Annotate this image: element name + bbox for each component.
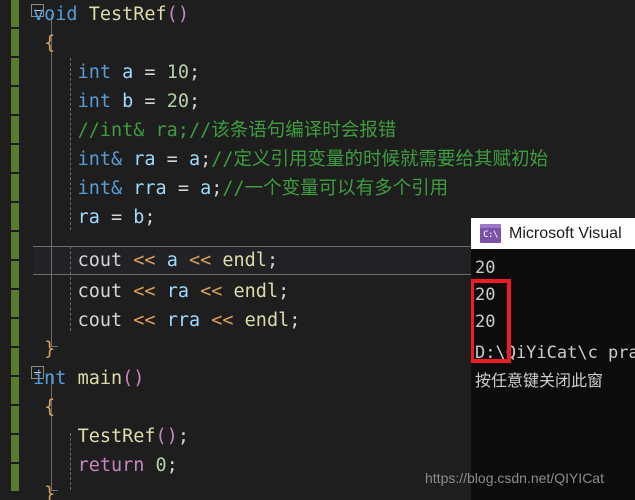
console-output-line: 20	[475, 258, 496, 278]
console-app-icon: C:\	[480, 224, 501, 243]
token-keyword-return: return	[77, 455, 145, 476]
token-cout: cout	[77, 281, 123, 302]
console-icon-label: C:\	[483, 230, 498, 240]
token-variable: a	[200, 178, 212, 199]
token-semicolon: ;	[188, 62, 201, 83]
console-title-bar[interactable]: C:\ Microsoft Visual	[471, 218, 635, 249]
code-line[interactable]: ra = b;	[0, 203, 156, 232]
code-line[interactable]: }	[0, 335, 55, 364]
token-semicolon: ;	[200, 149, 212, 170]
console-title-text: Microsoft Visual	[509, 224, 622, 242]
token-paren-close: )	[177, 4, 189, 25]
token-comment: //一个变量可以有多个引用	[222, 178, 449, 199]
token-variable: a	[122, 62, 134, 83]
watermark-url: https://blog.csdn.net/QIYICat	[425, 470, 604, 486]
token-variable: b	[133, 207, 145, 228]
token-variable: rra	[133, 178, 167, 199]
code-line[interactable]: return 0;	[0, 451, 178, 480]
code-line[interactable]: cout << a << endl;	[0, 246, 279, 275]
token-cout: cout	[77, 250, 123, 271]
code-line[interactable]: void TestRef()	[0, 0, 189, 29]
token-paren-close: )	[166, 426, 178, 447]
token-variable: rra	[166, 310, 201, 331]
token-semicolon: ;	[188, 91, 201, 112]
console-output-area[interactable]: 20 20 20 D:\QiYiCat\c pra 按任意键关闭此窗	[471, 249, 635, 500]
token-endl: endl	[222, 250, 267, 271]
token-semicolon: ;	[289, 310, 301, 331]
token-number: 20	[166, 91, 189, 112]
token-variable: ra	[166, 281, 189, 302]
token-semicolon: ;	[211, 178, 223, 199]
code-line[interactable]: int main()	[0, 364, 144, 393]
code-line[interactable]: {	[0, 29, 55, 58]
token-number: 10	[166, 62, 189, 83]
token-type: int	[77, 91, 111, 112]
token-comment: //int& ra;//该条语句编译时会报错	[77, 120, 397, 141]
code-line[interactable]: int a = 10;	[0, 58, 201, 87]
token-variable: a	[188, 149, 201, 170]
screenshot-root: void TestRef() { int a = 10; int b = 20;…	[0, 0, 635, 500]
code-line[interactable]: int& ra = a;//定义引用变量的时候就需要给其赋初始	[0, 145, 548, 174]
token-type-ref: int&	[77, 149, 123, 170]
token-paren-open: (	[166, 4, 178, 25]
token-variable: ra	[133, 149, 156, 170]
token-brace-open: {	[44, 33, 56, 54]
token-shift: <<	[188, 250, 212, 271]
token-function-name: TestRef	[88, 4, 167, 25]
code-line[interactable]: //int& ra;//该条语句编译时会报错	[0, 116, 397, 145]
token-comment: //定义引用变量的时候就需要给其赋初始	[211, 149, 549, 170]
token-shift: <<	[133, 281, 156, 302]
token-assign: =	[99, 207, 134, 228]
token-assign: =	[155, 149, 189, 170]
token-type: int	[33, 368, 67, 389]
token-semicolon: ;	[266, 250, 279, 271]
token-brace-open: {	[44, 397, 56, 418]
code-line[interactable]: TestRef();	[0, 422, 189, 451]
token-paren-open: (	[155, 426, 167, 447]
console-prompt-line: 按任意键关闭此窗	[475, 371, 604, 390]
token-endl: endl	[244, 310, 290, 331]
token-variable: b	[122, 91, 134, 112]
token-shift: <<	[133, 310, 156, 331]
token-semicolon: ;	[177, 426, 189, 447]
token-paren-open: (	[122, 368, 134, 389]
token-endl: endl	[233, 281, 279, 302]
token-shift: <<	[133, 250, 156, 271]
token-brace-close: }	[44, 339, 56, 360]
token-brace-close: }	[44, 484, 56, 500]
code-line[interactable]: }	[0, 480, 55, 500]
token-variable: ra	[77, 207, 100, 228]
token-paren-close: )	[133, 368, 145, 389]
token-number: 0	[155, 455, 167, 476]
token-semicolon: ;	[166, 455, 178, 476]
token-variable: a	[166, 250, 178, 271]
token-function-call: TestRef	[77, 426, 156, 447]
token-type-ref: int&	[77, 178, 123, 199]
token-shift: <<	[211, 310, 234, 331]
console-window[interactable]: C:\ Microsoft Visual 20 20 20 D:\QiYiCat…	[471, 218, 635, 500]
token-cout: cout	[77, 310, 123, 331]
token-shift: <<	[200, 281, 223, 302]
token-assign: =	[166, 178, 201, 199]
code-line[interactable]: cout << rra << endl;	[0, 306, 301, 335]
output-highlight-box	[471, 279, 511, 363]
token-semicolon: ;	[278, 281, 290, 302]
token-keyword: void	[33, 4, 78, 25]
code-line[interactable]: {	[0, 393, 55, 422]
code-line[interactable]: cout << ra << endl;	[0, 277, 290, 306]
code-line[interactable]: int& rra = a;//一个变量可以有多个引用	[0, 174, 449, 203]
code-line[interactable]: int b = 20;	[0, 87, 201, 116]
token-assign: =	[133, 91, 167, 112]
token-type: int	[77, 62, 111, 83]
token-semicolon: ;	[144, 207, 156, 228]
token-assign: =	[133, 62, 167, 83]
token-function-name: main	[77, 368, 123, 389]
